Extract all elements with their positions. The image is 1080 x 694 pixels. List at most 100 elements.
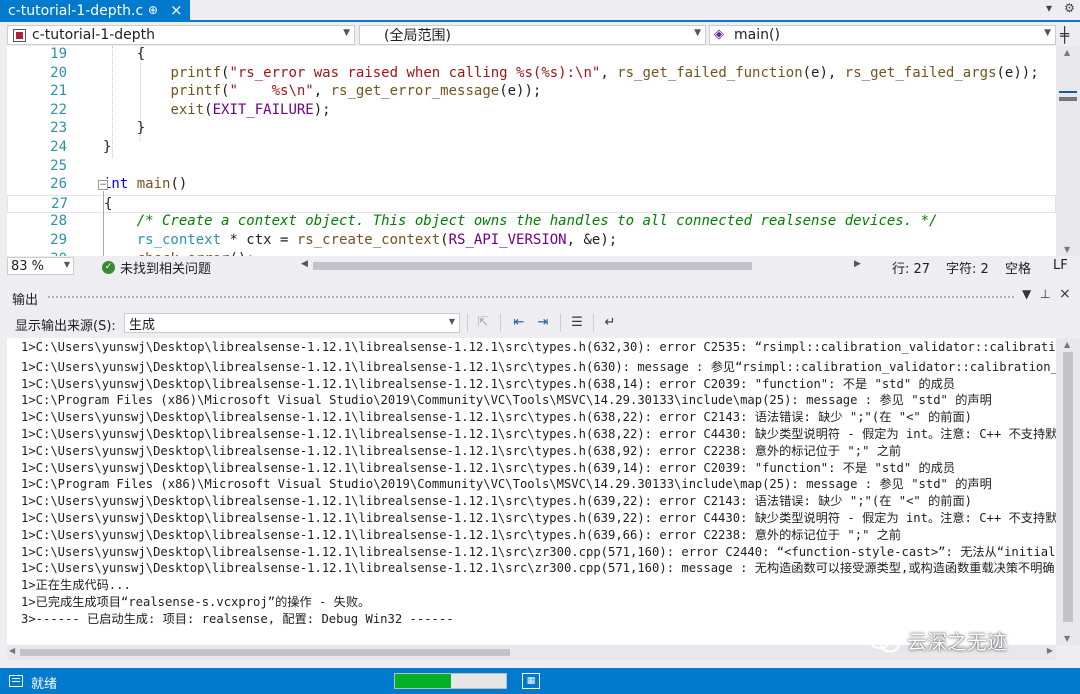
output-source-label: 显示输出来源(S):	[15, 319, 116, 334]
scroll-right-icon[interactable]: ▶	[854, 259, 861, 269]
project-dropdown[interactable]: c-tutorial-1-depth ▼	[7, 25, 355, 45]
navigation-bar: c-tutorial-1-depth ▼ (全局范围) ▼ ◈ main() ▼…	[0, 24, 1080, 46]
function-name: main()	[734, 27, 780, 43]
line-number: 27	[51, 195, 68, 212]
code-editor[interactable]: 19 {20 printf("rs_error was raised when …	[7, 46, 1056, 256]
scroll-down-icon[interactable]: ▼	[1064, 634, 1070, 643]
scroll-down-icon[interactable]: ▼	[1064, 245, 1070, 254]
output-toolbar: 显示输出来源(S): 生成 ▼ ⇱ ⇤ ⇥ ☰ ↵	[0, 310, 1080, 336]
code-text: {	[104, 195, 113, 212]
gear-icon[interactable]: ⚙	[1064, 1, 1075, 15]
code-text: }	[103, 120, 146, 137]
tab-list-dropdown-icon[interactable]: ▾	[1046, 1, 1052, 15]
code-text: int main()	[103, 176, 188, 193]
watermark-text: 云深之无迹	[907, 630, 1007, 654]
code-line[interactable]: 21 printf(" %s\n", rs_get_error_message(…	[7, 83, 1056, 102]
code-line[interactable]: 19 {	[7, 46, 1056, 65]
split-window-icon[interactable]: ╪	[1060, 26, 1069, 44]
tab-title: c-tutorial-1-depth.c	[8, 3, 144, 19]
code-text: printf(" %s\n", rs_get_error_message(e))…	[170, 83, 542, 100]
output-line: 1>C:\Users\yunswj\Desktop\librealsense-1…	[21, 460, 956, 475]
chevron-down-icon: ▼	[694, 28, 701, 38]
scroll-left-icon[interactable]: ◀	[9, 646, 15, 655]
build-progress-bar	[394, 673, 507, 689]
chevron-down-icon: ▼	[1044, 28, 1051, 38]
output-line: 1>C:\Program Files (x86)\Microsoft Visua…	[21, 477, 992, 492]
editor-vertical-scrollbar[interactable]: ▲ ▼	[1056, 46, 1080, 256]
code-text: exit(EXIT_FAILURE);	[170, 101, 331, 118]
scroll-marker	[1059, 91, 1077, 93]
output-line: 1>C:\Users\yunswj\Desktop\librealsense-1…	[21, 527, 902, 542]
scroll-thumb[interactable]	[313, 262, 752, 270]
output-window-icon[interactable]	[9, 675, 23, 687]
code-line[interactable]: 25	[7, 158, 1056, 177]
line-indicator[interactable]: 行: 27	[892, 258, 930, 277]
scroll-thumb[interactable]	[1059, 97, 1077, 101]
output-vertical-scrollbar[interactable]: ▲ ▼	[1056, 338, 1080, 645]
output-line: 1>C:\Users\yunswj\Desktop\librealsense-1…	[21, 443, 902, 458]
panel-grip[interactable]	[47, 295, 1014, 299]
scroll-up-icon[interactable]: ▲	[1064, 340, 1070, 349]
output-line: 1>C:\Users\yunswj\Desktop\librealsense-1…	[21, 376, 956, 391]
clear-all-icon[interactable]: ☰	[568, 314, 586, 332]
status-text: 就绪	[31, 677, 58, 692]
output-panel-title: 输出	[12, 293, 39, 308]
editor-horizontal-scrollbar[interactable]	[313, 262, 853, 270]
close-icon[interactable]: ×	[170, 1, 183, 19]
scroll-right-icon[interactable]: ▶	[1047, 646, 1053, 655]
scroll-thumb[interactable]	[20, 649, 510, 656]
code-line[interactable]: 28 /* Create a context object. This obje…	[7, 213, 1056, 232]
progress-fill	[395, 674, 451, 688]
find-message-icon[interactable]: ⇱	[474, 314, 492, 332]
scroll-up-icon[interactable]: ▲	[1064, 48, 1070, 57]
output-source-dropdown[interactable]: 生成 ▼	[124, 313, 460, 333]
line-number: 24	[50, 139, 67, 155]
output-line: 1>C:\Users\yunswj\Desktop\librealsense-1…	[21, 340, 1056, 354]
output-text-pane[interactable]: 1>C:\Users\yunswj\Desktop\librealsense-1…	[7, 338, 1056, 645]
pin-icon[interactable]: ⊥	[1040, 287, 1050, 301]
line-number: 20	[50, 64, 67, 81]
code-line[interactable]: 27 {	[7, 194, 1056, 214]
code-line[interactable]: 24}	[7, 139, 1056, 158]
code-line[interactable]: 23 }	[7, 120, 1056, 139]
close-icon[interactable]: ×	[1059, 286, 1071, 302]
document-tab-strip: c-tutorial-1-depth.c ⊕ × ▾ ⚙	[0, 0, 1080, 22]
zoom-dropdown[interactable]: 83 % ▼	[7, 257, 74, 275]
build-icon[interactable]: ▦	[522, 673, 540, 689]
scope-dropdown[interactable]: (全局范围) ▼	[359, 25, 706, 45]
output-line: 1>C:\Users\yunswj\Desktop\librealsense-1…	[21, 427, 1056, 441]
toolbar-separator	[467, 314, 468, 332]
window-menu-icon[interactable]: ▼	[1022, 287, 1031, 301]
next-message-icon[interactable]: ⇥	[534, 314, 552, 332]
code-line[interactable]: 26 int main()	[7, 176, 1056, 195]
whitespace-indicator[interactable]: 空格	[1005, 258, 1031, 277]
pin-icon[interactable]: ⊕	[148, 3, 158, 17]
toolbar-separator	[593, 314, 594, 332]
word-wrap-icon[interactable]: ↵	[601, 314, 619, 332]
issues-indicator[interactable]: ✓ 未找到相关问题	[102, 258, 211, 277]
code-line[interactable]: 20 printf("rs_error was raised when call…	[7, 65, 1056, 84]
scroll-left-icon[interactable]: ◀	[301, 259, 308, 269]
project-name: c-tutorial-1-depth	[32, 27, 156, 43]
function-icon: ◈	[714, 27, 724, 42]
output-line: 3>------ 已启动生成: 项目: realsense, 配置: Debug…	[21, 611, 454, 626]
line-ending-indicator[interactable]: LF	[1053, 258, 1068, 273]
char-indicator[interactable]: 字符: 2	[946, 258, 989, 277]
scroll-thumb[interactable]	[1063, 352, 1073, 622]
function-dropdown[interactable]: ◈ main() ▼	[709, 25, 1056, 45]
chevron-down-icon: ▼	[343, 28, 350, 38]
line-number: 22	[50, 101, 67, 118]
document-tab[interactable]: c-tutorial-1-depth.c ⊕ ×	[0, 0, 190, 22]
code-line[interactable]: 22 exit(EXIT_FAILURE);	[7, 102, 1056, 121]
output-line: 1>C:\Users\yunswj\Desktop\librealsense-1…	[21, 561, 1055, 576]
output-line: 1>正在生成代码...	[21, 578, 131, 593]
chevron-down-icon: ▼	[448, 317, 455, 326]
output-source-value: 生成	[129, 317, 156, 333]
previous-message-icon[interactable]: ⇤	[510, 314, 528, 332]
output-line: 1>C:\Users\yunswj\Desktop\librealsense-1…	[21, 511, 1056, 525]
chevron-down-icon: ▼	[63, 260, 70, 269]
code-line[interactable]: 29 rs_context * ctx = rs_create_context(…	[7, 232, 1056, 251]
code-text: {	[103, 46, 146, 62]
collapse-icon[interactable]: −	[98, 180, 108, 190]
output-panel-header: 输出 ▼ ⊥ ×	[0, 284, 1080, 308]
